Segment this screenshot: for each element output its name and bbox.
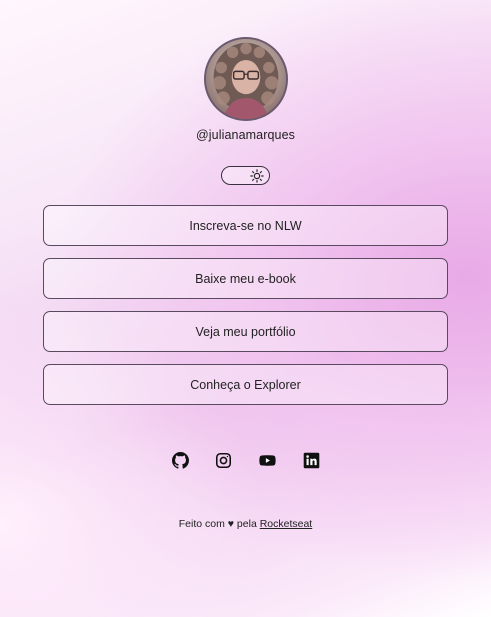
sun-icon [249,168,265,183]
link-button-ebook[interactable]: Baixe meu e-book [43,258,448,299]
link-button-label: Veja meu portfólio [195,324,296,339]
footer-text: Feito com ♥ pela [178,518,260,530]
theme-toggle[interactable] [221,166,270,185]
rocketseat-link[interactable]: Rocketseat [260,518,313,530]
linkedin-icon[interactable] [303,452,320,469]
page: @julianamarques Inscreva-se no NLW Baixe… [0,0,491,617]
avatar [204,37,288,121]
instagram-icon[interactable] [215,452,232,469]
youtube-icon[interactable] [258,452,277,469]
github-icon[interactable] [171,452,189,469]
avatar-image [206,39,286,119]
link-button-label: Baixe meu e-book [195,271,296,286]
link-button-label: Inscreva-se no NLW [189,218,302,233]
link-button-portfolio[interactable]: Veja meu portfólio [43,311,448,352]
link-button-explorer[interactable]: Conheça o Explorer [43,364,448,405]
username: @julianamarques [196,128,295,142]
links-list: Inscreva-se no NLW Baixe meu e-book Veja… [43,205,448,417]
social-links [0,452,491,469]
link-button-nlw[interactable]: Inscreva-se no NLW [43,205,448,246]
footer: Feito com ♥ pela Rocketseat [0,518,491,530]
link-button-label: Conheça o Explorer [190,377,301,392]
